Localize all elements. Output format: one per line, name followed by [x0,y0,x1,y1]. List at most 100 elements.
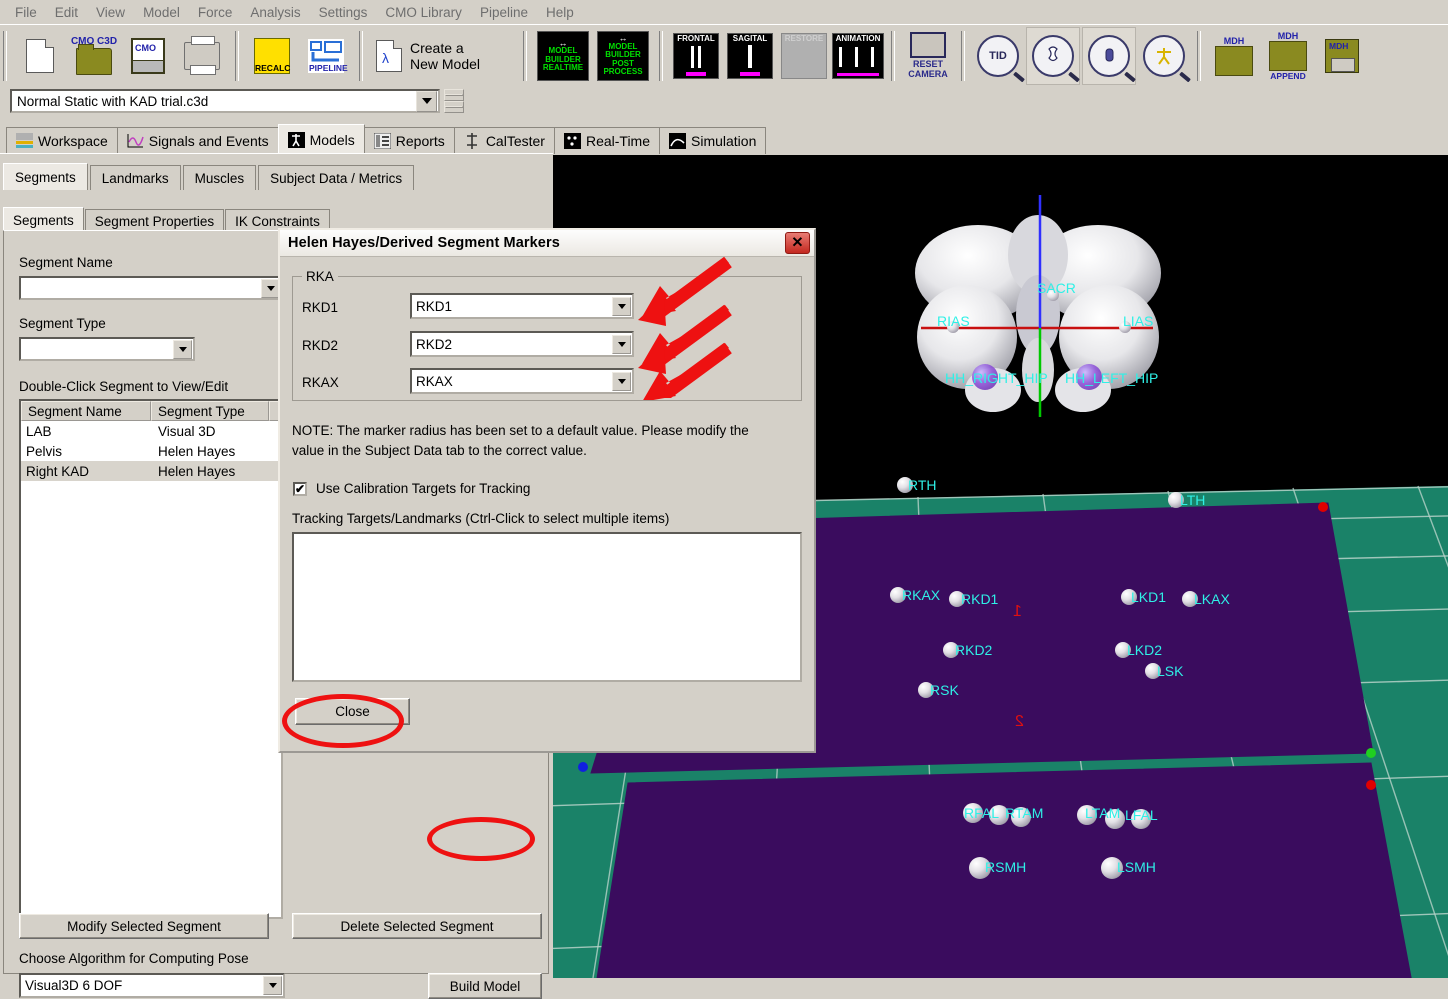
segment-type-combobox[interactable] [19,337,195,361]
open-cmo-c3d-button[interactable]: CMO C3D [68,28,120,84]
label-hh-right-hip: HH_RIGHT_HIP [945,370,1048,386]
new-file-button[interactable] [14,28,66,84]
tab-workspace[interactable]: Workspace [6,127,118,154]
cell-segment-type: Visual 3D [158,423,216,439]
toolbar-file-group: CMO C3D CMO [10,27,232,85]
label-lfal: LFAL [1125,807,1158,823]
build-model-button[interactable]: Build Model [428,973,542,999]
animation-button[interactable]: ANIMATION [832,28,884,84]
model-builder-realtime-button[interactable]: ↔ MODEL BUILDER REALTIME [534,28,592,84]
trial-file-combobox[interactable] [10,89,440,113]
chevron-down-icon [268,983,277,988]
toolbar-separator-7 [961,30,965,81]
segment-name-combobox[interactable] [19,276,283,300]
algorithm-combobox[interactable]: Visual3D 6 DOF [19,973,285,998]
frontal-view-button[interactable]: FRONTAL [670,28,722,84]
column-header-segment-name[interactable]: Segment Name [21,401,151,421]
mdh-disk-icon: MDH [1325,38,1359,73]
rkd2-combobox[interactable]: RKD2 [410,331,634,357]
segment-type-dropdown-arrow[interactable] [173,339,192,359]
toolbar-separator-6 [891,30,895,81]
menu-item-force[interactable]: Force [189,3,242,22]
label-lsk: LSK [1157,663,1184,679]
dialog-title-bar: Helen Hayes/Derived Segment Markers ✕ [280,230,814,257]
tab-simulation[interactable]: Simulation [659,127,767,154]
model-builder-postprocess-button[interactable]: ↔ MODEL BUILDER POST PROCESS [594,28,652,84]
trial-spinner-up[interactable] [444,89,464,101]
model-tab-muscles[interactable]: Muscles [182,165,257,190]
view-model-button[interactable] [1138,28,1190,84]
save-cmo-button[interactable]: CMO [122,28,174,84]
rkax-label: RKAX [302,375,339,390]
recalc-button[interactable]: RECALC [246,28,298,84]
table-row[interactable]: Pelvis Helen Hayes [21,441,281,461]
menu-item-settings[interactable]: Settings [310,3,377,22]
table-row[interactable]: LAB Visual 3D [21,421,281,441]
menu-item-cmo-library[interactable]: CMO Library [376,3,471,22]
tab-models-label: Models [309,131,355,148]
trial-file-dropdown-arrow[interactable] [416,90,437,112]
mdh-open-button[interactable]: MDH [1208,28,1260,84]
helen-hayes-markers-dialog[interactable]: Helen Hayes/Derived Segment Markers ✕ RK… [278,228,816,753]
pipeline-button[interactable]: PIPELINE [300,28,352,84]
table-row[interactable]: Right KAD Helen Hayes [21,461,281,481]
algorithm-dropdown-arrow[interactable] [263,976,282,995]
reset-camera-button[interactable]: RESET CAMERA [902,28,954,84]
menu-item-edit[interactable]: Edit [46,3,87,22]
label-rfal: RFAL [964,805,1000,821]
model-tab-segments[interactable]: Segments [3,163,88,190]
menu-item-file[interactable]: File [6,3,46,22]
model-builder-postprocess-icon: ↔ MODEL BUILDER POST PROCESS [597,30,649,81]
sagital-view-button[interactable]: SAGITAL [724,28,776,84]
view-segments-button[interactable] [1026,26,1080,85]
tracking-targets-listbox[interactable] [292,532,802,682]
tab-reports[interactable]: Reports [363,127,455,154]
tab-caltester[interactable]: CalTester [453,127,555,154]
segment-listbox[interactable]: Segment Name Segment Type LAB Visual 3D … [19,399,283,919]
menu-item-view[interactable]: View [87,3,134,22]
tab-models[interactable]: Models [277,124,365,154]
model-tab-subject-data-metrics[interactable]: Subject Data / Metrics [258,165,415,190]
delete-selected-segment-label: Delete Selected Segment [340,918,494,934]
menu-item-help[interactable]: Help [537,3,583,22]
segment-tab-properties[interactable]: Segment Properties [84,209,225,232]
menu-item-analysis[interactable]: Analysis [241,3,309,22]
modify-selected-segment-button[interactable]: Modify Selected Segment [19,913,269,939]
restore-view-button: RESTORE [778,28,830,84]
rkax-combobox[interactable]: RKAX [410,368,634,394]
print-button[interactable] [176,28,228,84]
toolbar-separator [3,30,7,81]
marker-radius-note-line-1: NOTE: The marker radius has been set to … [292,423,749,438]
trial-file-input[interactable] [12,92,411,110]
trial-spinner[interactable] [444,89,464,113]
label-lias: LIAS [1123,313,1154,329]
tab-signals-and-events[interactable]: Signals and Events [116,127,279,154]
rkax-dropdown-arrow[interactable] [612,371,631,391]
use-calibration-targets-checkbox[interactable]: ✔ [293,482,307,496]
rkd1-combobox[interactable]: RKD1 [410,293,634,319]
view-tid-button[interactable]: TID [972,28,1024,84]
dialog-close-icon-button[interactable]: ✕ [785,232,810,254]
file-selector-row [0,86,1448,118]
label-hh-left-hip: HH_LEFT_HIP [1065,370,1159,386]
column-header-segment-type[interactable]: Segment Type [151,401,269,421]
view-markers-button[interactable] [1082,26,1136,85]
create-new-model-button[interactable]: λ Create a New Model [370,28,516,84]
toolbar-separator-4 [523,30,527,81]
skeleton-glyph [1157,47,1171,65]
delete-selected-segment-button[interactable]: Delete Selected Segment [292,913,542,939]
tab-real-time[interactable]: Real-Time [553,127,660,154]
mdh-append-button[interactable]: MDH APPEND [1262,28,1314,84]
model-tab-landmarks[interactable]: Landmarks [89,165,181,190]
restore-label: RESTORE [784,33,824,43]
trial-spinner-down[interactable] [444,101,464,113]
mdh-save-button[interactable]: MDH [1316,28,1368,84]
menu-item-model[interactable]: Model [134,3,189,22]
rkd2-dropdown-arrow[interactable] [612,334,631,354]
menu-item-pipeline[interactable]: Pipeline [471,3,537,22]
models-icon [287,131,305,148]
label-rkd1: RKD1 [961,591,999,607]
rkd1-dropdown-arrow[interactable] [612,296,631,316]
folder-open-icon [76,44,112,75]
segment-tab-segments[interactable]: Segments [3,207,84,232]
